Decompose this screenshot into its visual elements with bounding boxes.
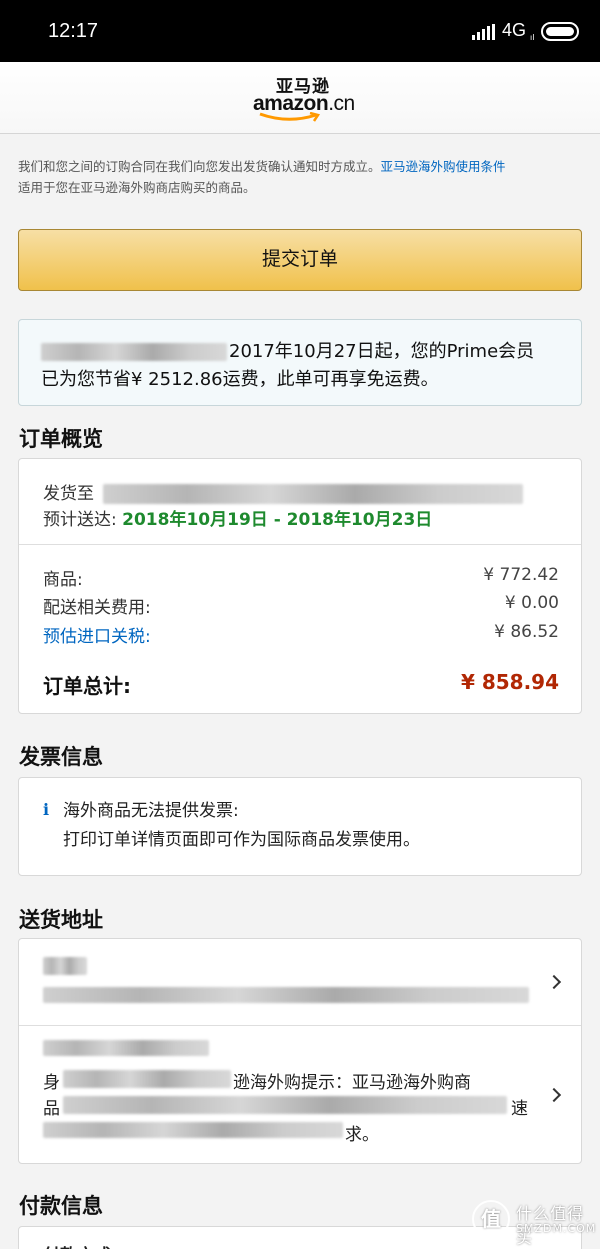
summary-row-items: 商品: ¥ 772.42 [43,565,559,590]
order-contract-notice: 我们和您之间的订购合同在我们向您发出发货确认通知时方成立。亚马逊海外购使用条件 … [18,159,506,195]
terms-link[interactable]: 亚马逊海外购使用条件 [381,159,506,174]
invoice-card: i 海外商品无法提供发票: 打印订单详情页面即可作为国际商品发票使用。 [18,777,582,876]
divider [19,544,581,545]
payment-info-title: 付款信息 [19,1194,103,1218]
status-bar: 12:17 4G ıl [0,0,600,62]
network-activity-icon: ıl [530,33,535,42]
order-total-row: 订单总计: ¥ 858.94 [43,670,559,698]
shipping-address-title: 送货地址 [19,908,103,932]
shipping-address-card: 身 逊海外购提示：亚马逊海外购商 品 速 求。 [18,938,582,1164]
signal-icon [472,24,495,40]
id-reminder-row[interactable]: 身 逊海外购提示：亚马逊海外购商 品 速 求。 [19,1026,581,1164]
smzdm-watermark: 值 什么值得买 SMZDM.COM [472,1198,595,1247]
network-type: 4G [502,20,527,40]
smzdm-logo-icon: 值 [472,1200,510,1238]
order-summary-card: 发货至 预计送达: 2018年10月19日 - 2018年10月23日 商品: ¥… [18,458,582,714]
payment-method-label: 付款方式 [43,1241,111,1249]
info-icon: i [43,800,50,819]
delivery-estimate-row: 预计送达: 2018年10月19日 - 2018年10月23日 [43,510,433,530]
address-row[interactable] [19,939,581,1025]
app-header: 亚马逊 amazon.cn [0,62,600,134]
summary-row-import-duty[interactable]: 预估进口关税: ¥ 86.52 [43,622,559,647]
prime-savings-box: 2017年10月27日起，您的Prime会员 已为您节省¥ 2512.86运费，… [18,319,582,406]
submit-order-button[interactable]: 提交订单 [18,229,582,291]
delivery-date: 2018年10月19日 - 2018年10月23日 [122,510,433,530]
ship-to-row: 发货至 [43,479,524,504]
invoice-notice: 海外商品无法提供发票: 打印订单详情页面即可作为国际商品发票使用。 [63,801,420,850]
amazon-logo[interactable]: 亚马逊 amazon.cn [250,72,360,128]
status-time: 12:17 [48,20,99,42]
redacted-name [43,957,87,975]
order-summary-title: 订单概览 [19,427,103,451]
summary-row-shipping: 配送相关费用: ¥ 0.00 [43,593,559,618]
order-total-value: ¥ 858.94 [460,670,559,694]
redacted-text [41,343,227,361]
battery-icon [541,22,579,41]
chevron-right-icon [546,974,562,990]
redacted-text [43,1040,209,1056]
redacted-address [103,484,524,504]
chevron-right-icon [546,1087,562,1103]
smile-arrow-icon [259,112,321,122]
invoice-title: 发票信息 [19,745,103,769]
redacted-address-line [43,987,529,1003]
redacted-text [43,1122,343,1138]
redacted-text [63,1070,231,1088]
redacted-text [63,1096,507,1114]
